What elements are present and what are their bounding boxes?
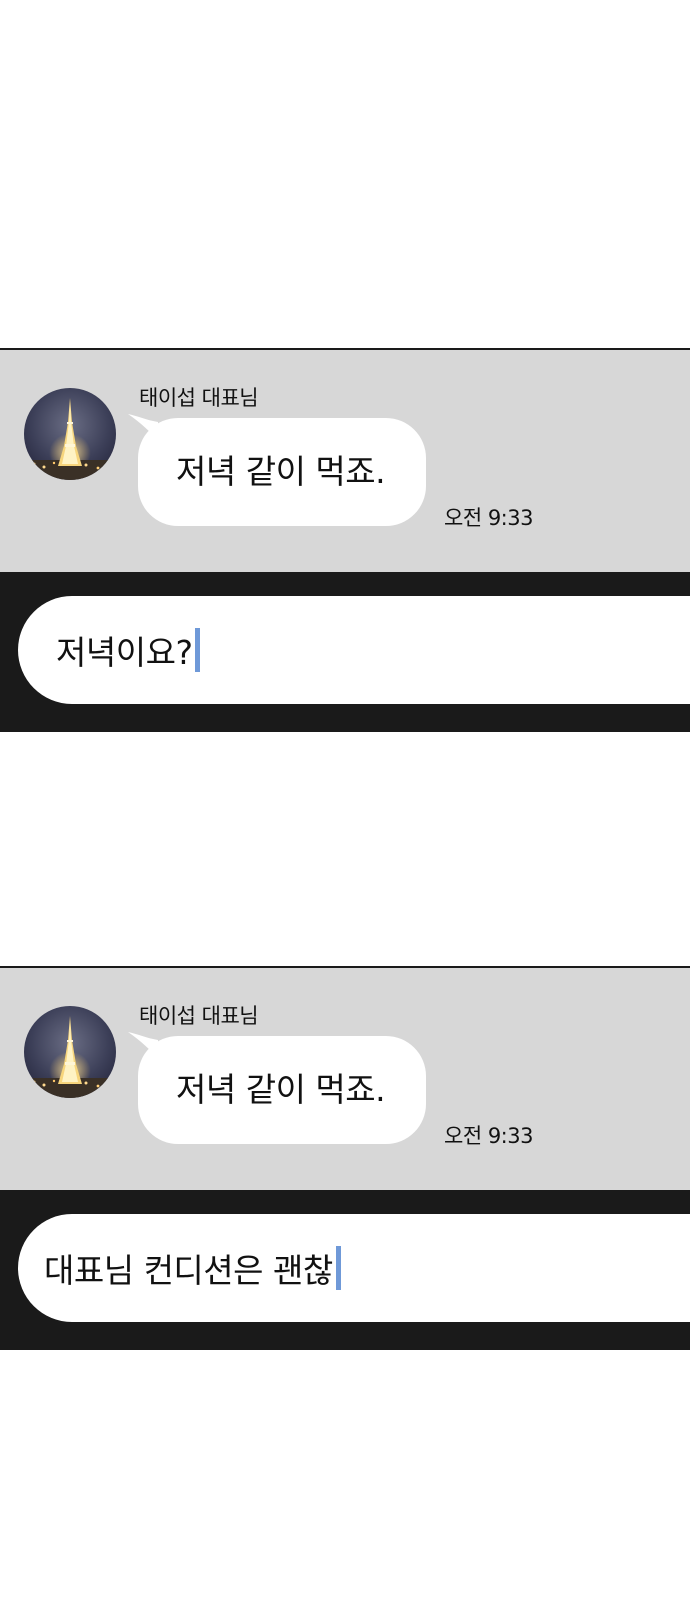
eiffel-tower-photo-icon	[24, 1006, 116, 1098]
sender-name: 태이섭 대표님	[139, 1004, 259, 1028]
message-input[interactable]: 저녁이요?	[18, 596, 690, 704]
chat-panel-2: 태이섭 대표님 저녁 같이 먹죠. 오전 9:33 대표님 컨디션은 괜찮	[0, 966, 690, 1350]
message-bubble[interactable]: 저녁 같이 먹죠.	[138, 418, 426, 526]
message-input-bar: 대표님 컨디션은 괜찮	[0, 1190, 690, 1350]
avatar[interactable]	[24, 388, 116, 480]
chat-message-area: 태이섭 대표님 저녁 같이 먹죠. 오전 9:33	[0, 966, 690, 1190]
text-caret	[195, 628, 201, 672]
message-input-bar: 저녁이요?	[0, 572, 690, 732]
chat-message-area: 태이섭 대표님 저녁 같이 먹죠. 오전 9:33	[0, 348, 690, 572]
sender-name: 태이섭 대표님	[139, 386, 259, 410]
text-caret	[335, 1246, 341, 1290]
eiffel-tower-photo-icon	[24, 388, 116, 480]
avatar[interactable]	[24, 1006, 116, 1098]
message-bubble[interactable]: 저녁 같이 먹죠.	[138, 1036, 426, 1144]
message-input[interactable]: 대표님 컨디션은 괜찮	[18, 1214, 690, 1322]
chat-panel-1: 태이섭 대표님 저녁 같이 먹죠. 오전 9:33 저녁이요?	[0, 348, 690, 732]
message-timestamp: 오전 9:33	[444, 506, 533, 530]
message-timestamp: 오전 9:33	[444, 1124, 533, 1148]
input-text: 저녁이요?	[56, 633, 193, 672]
input-text: 대표님 컨디션은 괜찮	[44, 1251, 333, 1290]
